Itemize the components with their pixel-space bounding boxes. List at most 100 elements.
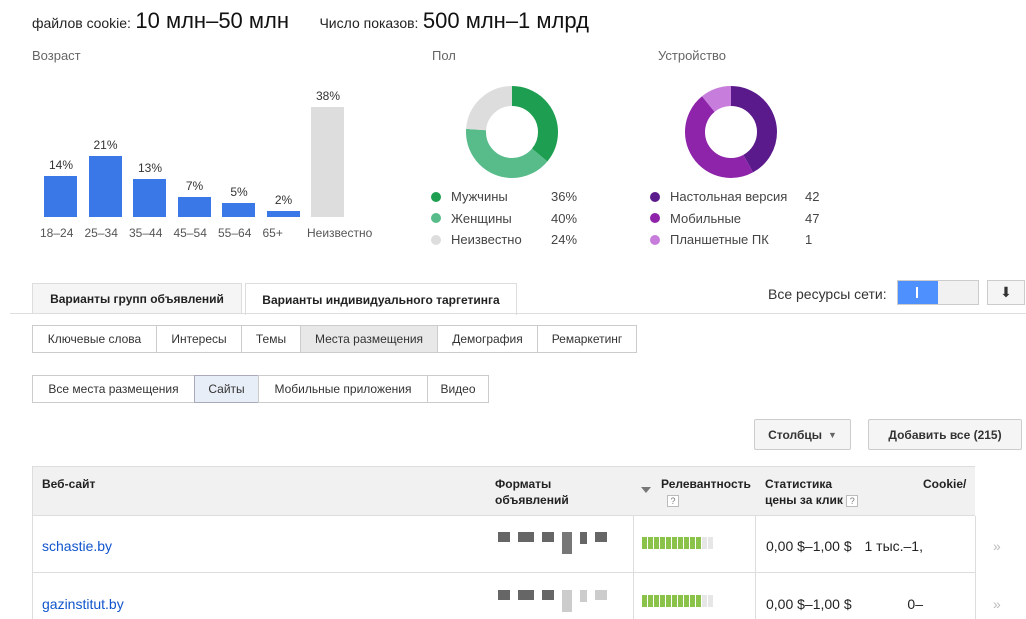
columns-label: Столбцы	[768, 427, 822, 442]
relevance-segment	[666, 537, 671, 549]
table-row[interactable]: schastie.by 0,00 $–1,00 $ 1 тыс.–1, »	[33, 516, 1001, 573]
legend-dot-icon	[650, 191, 660, 202]
columns-button[interactable]: Столбцы ▼	[754, 419, 851, 450]
relevance-segment	[660, 537, 665, 549]
vertical-banner-icon	[562, 590, 572, 612]
download-icon: ⬇	[1000, 284, 1012, 300]
text-ad-icon	[498, 532, 510, 542]
legend-label: Неизвестно	[451, 232, 522, 248]
legend-dot-icon	[431, 191, 441, 202]
header-formats-line2: объявлений	[495, 493, 569, 507]
relevance-segment	[672, 537, 677, 549]
relevance-segment	[654, 595, 659, 607]
placements-table: Веб-сайт Форматы объявлений Релевантност…	[32, 466, 1022, 619]
filter-video[interactable]: Видео	[427, 375, 489, 403]
toggle-on-indicator	[898, 281, 938, 304]
legend-dot-icon	[650, 234, 660, 245]
cookies-value: 10 млн–50 млн	[135, 8, 290, 33]
subtab-keywords[interactable]: Ключевые слова	[32, 325, 157, 353]
legend-label: Мобильные	[670, 210, 742, 226]
download-button[interactable]: ⬇	[987, 280, 1025, 305]
site-link[interactable]: schastie.by	[42, 538, 112, 554]
filter-mobile-apps[interactable]: Мобильные приложения	[258, 375, 428, 403]
relevance-segment	[702, 537, 707, 549]
chevron-right-icon[interactable]: »	[993, 538, 1001, 554]
help-icon[interactable]: ?	[846, 495, 859, 507]
help-icon[interactable]: ?	[667, 495, 679, 507]
age-bar	[222, 202, 255, 217]
header-relevance-label: Релевантность	[661, 477, 751, 491]
header-site[interactable]: Веб-сайт	[42, 476, 95, 492]
table-row[interactable]: gazinstitut.by 0,00 $–1,00 $ 0– »	[33, 574, 1001, 619]
age-chart: 14% 18–24 21% 25–34 13% 35–44 7% 45–54 5% 55–64 2%…	[40, 80, 374, 240]
legend-label: Мужчины	[451, 189, 508, 205]
legend-percent: 24%	[551, 232, 578, 248]
cookie-value: 0–	[907, 596, 923, 612]
video-icon	[595, 532, 607, 542]
image-small-icon	[542, 532, 554, 542]
subtab-interests[interactable]: Интересы	[156, 325, 242, 353]
site-link[interactable]: gazinstitut.by	[42, 596, 124, 612]
add-all-button[interactable]: Добавить все (215)	[868, 419, 1022, 450]
legend-label: Настольная версия	[670, 189, 788, 205]
header-formats-line1: Форматы	[495, 477, 552, 491]
subtab-topics[interactable]: Темы	[241, 325, 301, 353]
vertical-banner-icon	[562, 532, 572, 554]
age-bar-percent: 14%	[48, 158, 74, 173]
table-header: Веб-сайт Форматы объявлений Релевантност…	[33, 466, 975, 516]
legend-percent: 42	[805, 189, 820, 205]
relevance-segment	[696, 537, 701, 549]
legend-item: Женщины 40%	[431, 208, 577, 230]
video-icon	[595, 590, 607, 600]
relevance-segment	[696, 595, 701, 607]
age-bar	[177, 196, 211, 217]
relevance-segment	[660, 595, 665, 607]
tab-individual-targeting[interactable]: Варианты индивидуального таргетинга	[245, 283, 517, 315]
relevance-segment	[678, 537, 683, 549]
network-toggle[interactable]	[897, 280, 979, 305]
relevance-segment	[642, 537, 647, 549]
legend-percent: 40%	[551, 210, 578, 226]
legend-percent: 47	[805, 210, 820, 226]
relevance-segment	[666, 595, 671, 607]
relevance-segment	[684, 537, 689, 549]
subtab-demographics[interactable]: Демография	[437, 325, 538, 353]
subtab-remarketing[interactable]: Ремаркетинг	[537, 325, 637, 353]
legend-dot-icon	[431, 213, 441, 224]
cookie-value: 1 тыс.–1,	[864, 538, 923, 554]
relevance-segment	[702, 595, 707, 607]
filter-all-placements[interactable]: Все места размещения	[32, 375, 195, 403]
relevance-segment	[678, 595, 683, 607]
relevance-segment	[708, 537, 713, 549]
mobile-icon	[580, 590, 587, 602]
subtab-placements[interactable]: Места размещения	[300, 325, 438, 353]
header-cpc[interactable]: Статистика цены за клик ?	[765, 476, 859, 508]
age-bar-percent: 7%	[185, 178, 204, 193]
legend-label: Женщины	[451, 210, 512, 226]
legend-label: Планшетные ПК	[670, 232, 769, 248]
legend-dot-icon	[431, 234, 441, 245]
tab-ad-groups[interactable]: Варианты групп объявлений	[32, 283, 242, 314]
legend-item: Мобильные 47	[650, 208, 819, 230]
summary: файлов cookie: 10 млн–50 млн Число показ…	[32, 8, 615, 34]
header-cookie[interactable]: Cookie/	[923, 476, 966, 492]
header-relevance[interactable]: Релевантность ?	[661, 476, 751, 508]
image-small-icon	[542, 590, 554, 600]
relevance-segment	[648, 595, 653, 607]
relevance-segment	[672, 595, 677, 607]
legend-percent: 1	[805, 232, 813, 248]
sort-desc-icon[interactable]	[641, 487, 651, 493]
ad-formats	[498, 590, 607, 612]
device-legend: Настольная версия 42 Мобильные 47 Планшетные…	[650, 186, 819, 251]
chevron-right-icon[interactable]: »	[993, 596, 1001, 612]
age-bar	[88, 156, 122, 217]
relevance-segment	[690, 537, 695, 549]
relevance-segment	[690, 595, 695, 607]
cookies-label: файлов cookie:	[32, 15, 131, 31]
header-formats[interactable]: Форматы объявлений	[495, 476, 569, 508]
gender-legend: Мужчины 36% Женщины 40% Неизвестно 24%	[431, 186, 577, 251]
gender-donut-chart	[466, 86, 558, 178]
mobile-icon	[580, 532, 587, 544]
device-title: Устройство	[658, 48, 727, 63]
filter-sites[interactable]: Сайты	[194, 375, 259, 403]
